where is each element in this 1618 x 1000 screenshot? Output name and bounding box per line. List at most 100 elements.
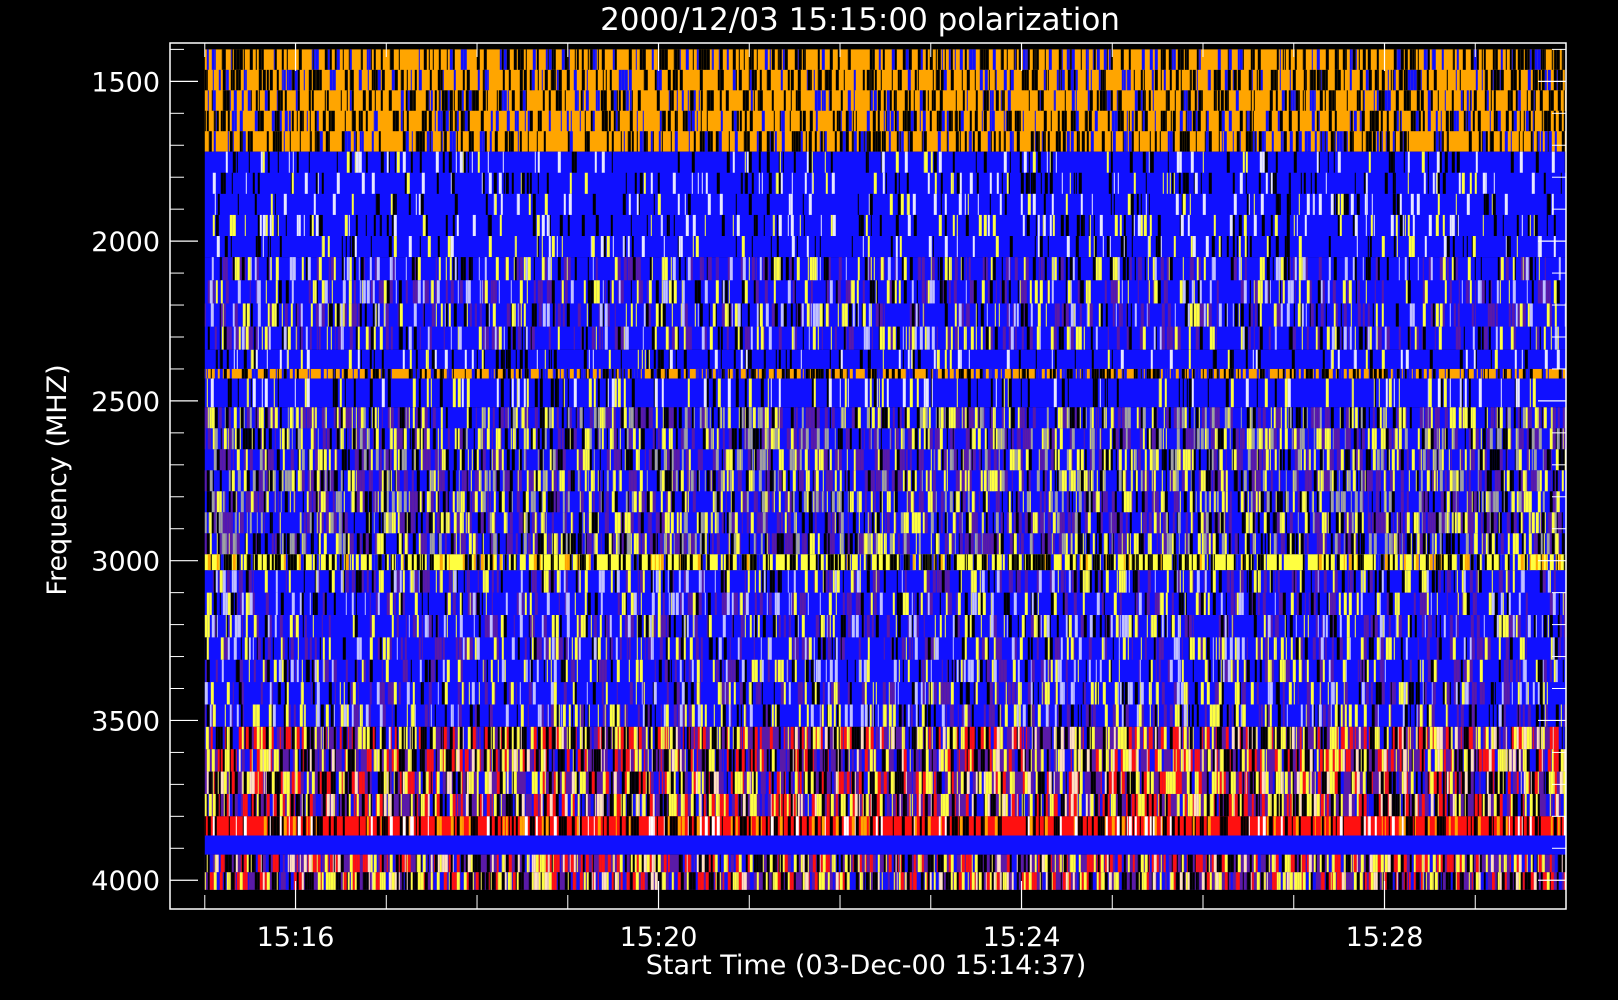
heatmap-stripe: [1082, 407, 1086, 429]
heatmap-stripe: [1022, 214, 1025, 237]
heatmap-stripe: [1203, 303, 1206, 327]
heatmap-stripe: [1155, 326, 1157, 350]
heatmap-stripe: [654, 378, 658, 408]
heatmap-stripe: [641, 280, 643, 304]
heatmap-stripe: [819, 131, 821, 152]
heatmap-stripe: [769, 49, 771, 70]
heatmap-stripe: [876, 280, 878, 304]
heatmap-stripe: [699, 303, 703, 327]
heatmap-stripe: [1435, 131, 1439, 152]
heatmap-stripe: [1034, 131, 1036, 152]
heatmap-stripe: [977, 407, 979, 429]
heatmap-stripe: [1169, 131, 1173, 152]
heatmap-stripe: [324, 280, 328, 304]
heatmap-stripe: [503, 172, 505, 194]
heatmap-stripe: [1007, 90, 1011, 111]
heatmap-stripe: [1180, 214, 1184, 237]
heatmap-stripe: [359, 428, 363, 450]
heatmap-stripe: [310, 428, 314, 450]
heatmap-stripe: [517, 378, 520, 408]
heatmap-stripe: [247, 378, 249, 408]
heatmap-stripe: [1069, 257, 1073, 281]
heatmap-stripe: [273, 49, 275, 70]
heatmap-stripe: [702, 257, 704, 281]
heatmap-stripe: [252, 172, 255, 194]
heatmap-stripe: [351, 90, 354, 111]
heatmap-stripe: [885, 172, 887, 194]
heatmap-stripe: [878, 303, 880, 327]
heatmap-stripe: [214, 407, 218, 429]
heatmap-stripe: [1393, 428, 1395, 450]
heatmap-stripe: [887, 257, 891, 281]
heatmap-stripe: [1522, 257, 1524, 281]
heatmap-stripe: [495, 280, 497, 304]
heatmap-stripe: [277, 368, 279, 379]
heatmap-stripe: [416, 428, 420, 450]
heatmap-stripe: [1154, 131, 1157, 152]
heatmap-stripe: [1001, 280, 1005, 304]
heatmap-stripe: [754, 69, 757, 91]
heatmap-stripe: [759, 428, 762, 450]
heatmap-stripe: [261, 378, 263, 408]
heatmap-stripe: [818, 303, 820, 327]
heatmap-stripe: [519, 131, 522, 152]
heatmap-stripe: [662, 407, 664, 429]
heatmap-stripe: [433, 368, 437, 379]
heatmap-stripe: [1140, 214, 1143, 237]
heatmap-stripe: [728, 428, 730, 450]
heatmap-stripe: [1465, 110, 1467, 132]
heatmap-stripe: [720, 110, 723, 132]
heatmap-stripe: [1540, 280, 1543, 304]
heatmap-stripe: [1186, 131, 1190, 152]
heatmap-stripe: [1506, 236, 1510, 258]
heatmap-stripe: [570, 428, 574, 450]
heatmap-stripe: [1513, 69, 1517, 91]
heatmap-stripe: [717, 378, 721, 408]
heatmap-stripe: [1088, 236, 1091, 258]
heatmap: [204, 49, 1566, 890]
heatmap-stripe: [940, 69, 944, 91]
heatmap-stripe: [1416, 69, 1418, 91]
heatmap-stripe: [759, 407, 763, 429]
heatmap-stripe: [1230, 378, 1234, 408]
heatmap-stripe: [1136, 407, 1139, 429]
heatmap-stripe: [299, 110, 303, 132]
heatmap-stripe: [274, 407, 278, 429]
heatmap-stripe: [1409, 326, 1411, 350]
heatmap-stripe: [683, 326, 686, 350]
heatmap-stripe: [838, 110, 841, 132]
heatmap-stripe: [558, 69, 562, 91]
heatmap-stripe: [740, 257, 743, 281]
heatmap-stripe: [1325, 131, 1328, 152]
heatmap-stripe: [361, 172, 365, 194]
heatmap-stripe: [852, 303, 855, 327]
heatmap-stripe: [468, 90, 472, 111]
heatmap-stripe: [1237, 69, 1241, 91]
heatmap-stripe: [1192, 110, 1196, 132]
heatmap-stripe: [736, 110, 738, 132]
heatmap-stripe: [356, 326, 358, 350]
heatmap-stripe: [1265, 368, 1269, 379]
heatmap-stripe: [445, 257, 447, 281]
heatmap-stripe: [965, 326, 967, 350]
heatmap-stripe: [321, 280, 325, 304]
heatmap-stripe: [1103, 49, 1107, 70]
heatmap-stripe: [1234, 303, 1238, 327]
heatmap-stripe: [1311, 407, 1314, 429]
heatmap-stripe: [255, 236, 258, 258]
heatmap-stripe: [659, 49, 662, 70]
heatmap-stripe: [602, 69, 604, 91]
heatmap-stripe: [1487, 368, 1489, 379]
heatmap-stripe: [904, 407, 907, 429]
heatmap-stripe: [1110, 407, 1114, 429]
heatmap-stripe: [1009, 131, 1013, 152]
heatmap-stripe: [654, 69, 657, 91]
heatmap-stripe: [925, 428, 928, 450]
heatmap-stripe: [744, 326, 748, 350]
heatmap-stripe: [1211, 407, 1215, 429]
heatmap-stripe: [1069, 326, 1071, 350]
heatmap-stripe: [1153, 407, 1157, 429]
heatmap-stripe: [1325, 378, 1329, 408]
heatmap-stripe: [256, 280, 258, 304]
heatmap-stripe: [725, 280, 728, 304]
